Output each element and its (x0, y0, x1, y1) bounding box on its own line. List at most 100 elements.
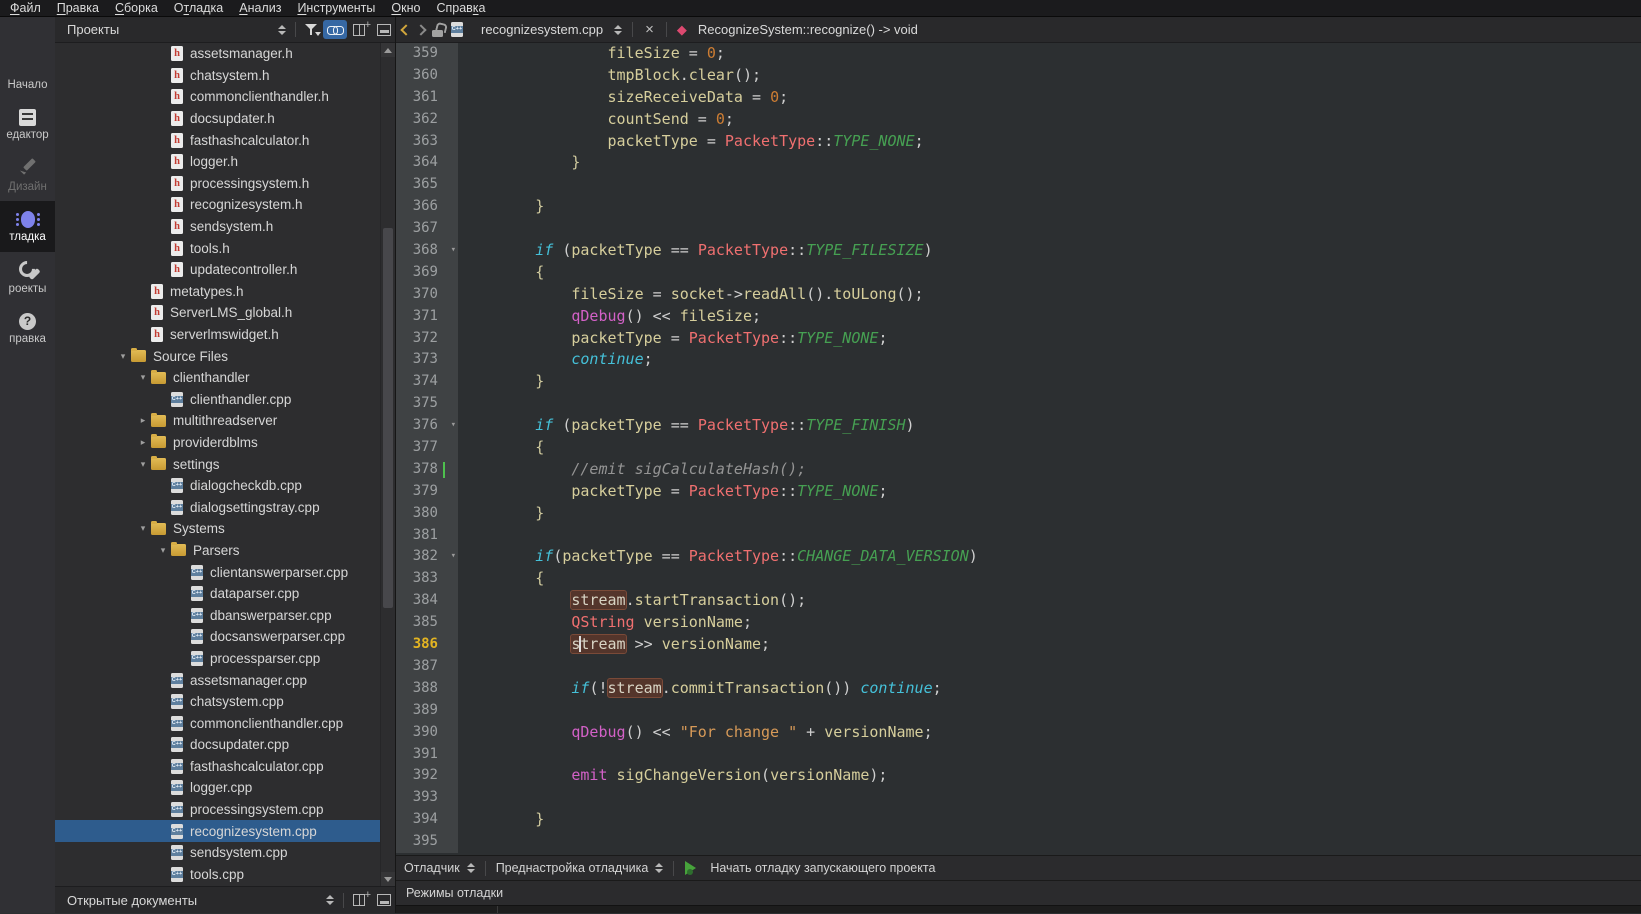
debugger-select-label[interactable]: Отладчик (404, 861, 460, 875)
code-line-text: } (458, 371, 1641, 393)
menu-item[interactable]: Инструменты (289, 0, 383, 17)
tree-item[interactable]: hsendsystem.h (55, 216, 380, 238)
close-document-icon[interactable]: × (643, 23, 656, 37)
tree-item[interactable]: logger.cpp (55, 777, 380, 799)
tree-item[interactable]: hmetatypes.h (55, 281, 380, 303)
tree-item[interactable]: hserverlmswidget.h (55, 324, 380, 346)
tree-item[interactable]: hfasthashcalculator.h (55, 129, 380, 151)
tree-item[interactable]: processingsystem.cpp (55, 799, 380, 821)
fold-marker-icon[interactable]: ▾ (451, 546, 456, 568)
tree-item[interactable]: ▾clienthandler (55, 367, 380, 389)
panel-selector-arrows-icon[interactable] (278, 25, 286, 35)
tree-item[interactable]: hrecognizesystem.h (55, 194, 380, 216)
split-panel-icon[interactable] (353, 24, 365, 36)
tree-item[interactable]: hcommonclienthandler.h (55, 86, 380, 108)
tree-item-label: updatecontroller.h (190, 262, 297, 277)
tree-item[interactable]: hlogger.h (55, 151, 380, 173)
tree-item[interactable]: dialogcheckdb.cpp (55, 475, 380, 497)
tree-item[interactable]: clienthandler.cpp (55, 389, 380, 411)
go-forward-icon[interactable] (415, 24, 426, 35)
tree-item[interactable]: sendsystem.cpp (55, 842, 380, 864)
chevron-expanded-icon[interactable]: ▾ (135, 523, 151, 534)
mode-item-Начало[interactable]: Начало (0, 48, 55, 99)
scrollbar-down-button[interactable] (381, 872, 395, 886)
scrollbar-up-button[interactable] (381, 43, 395, 57)
filter-icon[interactable] (305, 23, 317, 36)
fold-marker-icon[interactable]: ▾ (451, 415, 456, 437)
tree-item[interactable]: ▾Systems (55, 518, 380, 540)
menu-item[interactable]: Сборка (107, 0, 166, 17)
chevron-expanded-icon[interactable]: ▾ (155, 545, 171, 556)
tree-item[interactable]: hServerLMS_global.h (55, 302, 380, 324)
tree-item[interactable]: dbanswerparser.cpp (55, 604, 380, 626)
tree-item[interactable]: clientanswerparser.cpp (55, 561, 380, 583)
menu-item[interactable]: Анализ (231, 0, 289, 17)
tree-item[interactable]: htools.h (55, 237, 380, 259)
chevron-expanded-icon[interactable]: ▾ (135, 459, 151, 470)
tree-item[interactable]: assetsmanager.cpp (55, 669, 380, 691)
sync-with-editor-button[interactable] (323, 20, 347, 39)
tree-item[interactable]: docsupdater.cpp (55, 734, 380, 756)
code-token: . (626, 591, 635, 609)
preset-select-arrows-icon[interactable] (655, 863, 663, 873)
menu-item[interactable]: Отладка (166, 0, 231, 17)
tree-item[interactable]: docsanswerparser.cpp (55, 626, 380, 648)
tree-scrollbar[interactable] (380, 43, 395, 886)
document-selector-arrows-icon[interactable] (614, 25, 622, 35)
tree-item[interactable]: tools.cpp (55, 864, 380, 886)
tree-item[interactable]: processparser.cpp (55, 648, 380, 670)
tree-item[interactable]: hdocsupdater.h (55, 108, 380, 130)
tree-item[interactable]: hassetsmanager.h (55, 43, 380, 65)
tree-item[interactable]: ▸providerdblms (55, 432, 380, 454)
open-file-name[interactable]: recognizesystem.cpp (481, 22, 603, 37)
code-token: ; (716, 44, 725, 62)
debugger-select-arrows-icon[interactable] (467, 863, 475, 873)
hide-panel-icon[interactable] (377, 24, 391, 36)
tree-item[interactable]: hupdatecontroller.h (55, 259, 380, 281)
go-back-icon[interactable] (400, 24, 411, 35)
tree-item[interactable]: hchatsystem.h (55, 65, 380, 87)
chevron-collapsed-icon[interactable]: ▸ (135, 415, 151, 426)
menu-item[interactable]: Файл (2, 0, 49, 17)
tree-item[interactable]: dataparser.cpp (55, 583, 380, 605)
tree-item[interactable]: recognizesystem.cpp (55, 820, 380, 842)
unlocked-icon[interactable] (432, 23, 444, 37)
menu-item[interactable]: Окно (383, 0, 428, 17)
project-tree[interactable]: hassetsmanager.hhchatsystem.hhcommonclie… (55, 43, 380, 886)
code-token (463, 416, 535, 434)
start-debugging-icon[interactable] (684, 861, 697, 876)
code-editor[interactable]: 359 fileSize = 0;360 tmpBlock.clear();36… (396, 43, 1641, 855)
tree-item-label: chatsystem.h (190, 68, 270, 83)
hide-panel-icon[interactable] (377, 894, 391, 906)
mode-item-едактор[interactable]: едактор (0, 99, 55, 150)
tree-item[interactable]: chatsystem.cpp (55, 691, 380, 713)
start-debugging-label[interactable]: Начать отладку запускающего проекта (710, 861, 935, 875)
chevron-expanded-icon[interactable]: ▾ (135, 372, 151, 383)
tree-item[interactable]: ▾settings (55, 453, 380, 475)
tree-item[interactable]: fasthashcalculator.cpp (55, 756, 380, 778)
code-line-text: qDebug() << fileSize; (458, 306, 1641, 328)
tree-item[interactable]: hprocessingsystem.h (55, 173, 380, 195)
split-panel-icon[interactable] (353, 894, 365, 906)
mode-item-правка[interactable]: ?правка (0, 303, 55, 354)
chevron-expanded-icon[interactable]: ▾ (115, 351, 131, 362)
current-symbol-label[interactable]: RecognizeSystem::recognize() -> void (698, 22, 918, 37)
menu-item[interactable]: Правка (49, 0, 107, 17)
tree-item[interactable]: ▾Parsers (55, 540, 380, 562)
tree-item[interactable]: commonclienthandler.cpp (55, 712, 380, 734)
code-token: :: (788, 241, 806, 259)
mode-item-Дизайн[interactable]: Дизайн (0, 150, 55, 201)
fold-marker-icon[interactable]: ▾ (451, 240, 456, 262)
chevron-collapsed-icon[interactable]: ▸ (135, 437, 151, 448)
tree-item[interactable]: ▸multithreadserver (55, 410, 380, 432)
debugger-preset-label[interactable]: Преднастройка отладчика (496, 861, 649, 875)
scrollbar-thumb[interactable] (383, 228, 393, 608)
panel-selector-arrows-icon[interactable] (326, 895, 334, 905)
code-token: TYPE_FINISH (806, 416, 905, 434)
tree-item[interactable]: dialogsettingstray.cpp (55, 496, 380, 518)
tree-item[interactable]: ▾Source Files (55, 345, 380, 367)
menu-item[interactable]: Справка (428, 0, 493, 17)
mode-item-роекты[interactable]: роекты (0, 252, 55, 303)
debug-modes-bar: Режимы отладки (396, 880, 1641, 905)
mode-item-тладка[interactable]: тладка (0, 201, 55, 252)
